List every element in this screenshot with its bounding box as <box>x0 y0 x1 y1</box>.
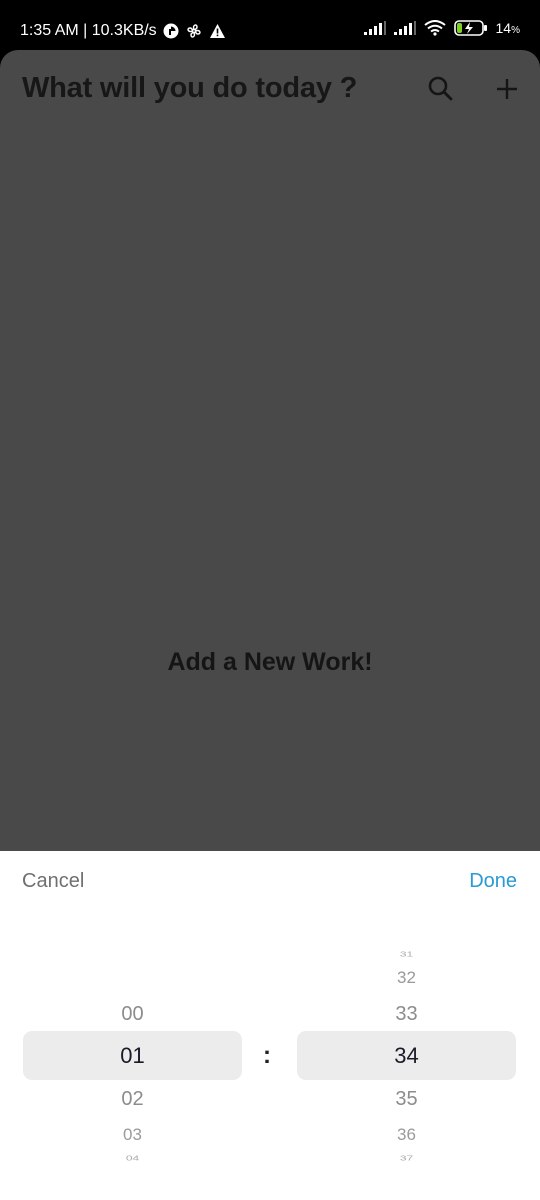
hour-option[interactable]: 04 <box>23 1154 242 1162</box>
search-icon <box>424 76 458 110</box>
plus-icon <box>490 79 524 110</box>
status-right: 14% <box>363 20 520 36</box>
warning-icon <box>209 23 226 39</box>
status-bar: 1:35 AM | 10.3KB/s 14% <box>0 0 540 50</box>
hour-option[interactable]: 03 <box>23 1125 242 1145</box>
empty-state-message: Add a New Work! <box>167 648 373 676</box>
search-button[interactable] <box>424 72 458 106</box>
minute-option-selected[interactable]: 34 <box>297 1043 516 1069</box>
wifi-icon <box>423 20 446 36</box>
hour-option[interactable]: 02 <box>23 1088 242 1111</box>
signal-icon <box>393 21 416 35</box>
fan-icon <box>185 22 203 40</box>
battery-charging-icon <box>453 20 488 36</box>
battery-percent: 14% <box>495 20 520 36</box>
minute-option[interactable]: 35 <box>297 1088 516 1111</box>
status-time-speed: 1:35 AM | 10.3KB/s <box>20 22 157 39</box>
add-button[interactable] <box>490 72 524 106</box>
app-notification-icon <box>163 23 179 39</box>
hour-option[interactable]: 00 <box>23 1003 242 1026</box>
hour-wheel[interactable]: 00 01 02 03 04 <box>23 851 242 1200</box>
signal-icon <box>363 21 386 35</box>
time-separator: : <box>263 1042 271 1069</box>
status-left: 1:35 AM | 10.3KB/s <box>20 22 226 40</box>
minute-option[interactable]: 36 <box>297 1125 516 1145</box>
app-background: What will you do today ? Add a New Work! <box>0 50 540 851</box>
page-title: What will you do today ? <box>22 72 358 104</box>
hour-option-selected[interactable]: 01 <box>23 1043 242 1069</box>
time-picker-sheet: Cancel Done : 00 01 02 03 04 31 32 33 34… <box>0 851 540 1200</box>
minute-option[interactable]: 37 <box>297 1154 516 1162</box>
minute-option[interactable]: 32 <box>297 968 516 988</box>
minute-wheel[interactable]: 31 32 33 34 35 36 37 <box>297 851 516 1200</box>
minute-option[interactable]: 33 <box>297 1003 516 1026</box>
minute-option[interactable]: 31 <box>297 950 516 958</box>
